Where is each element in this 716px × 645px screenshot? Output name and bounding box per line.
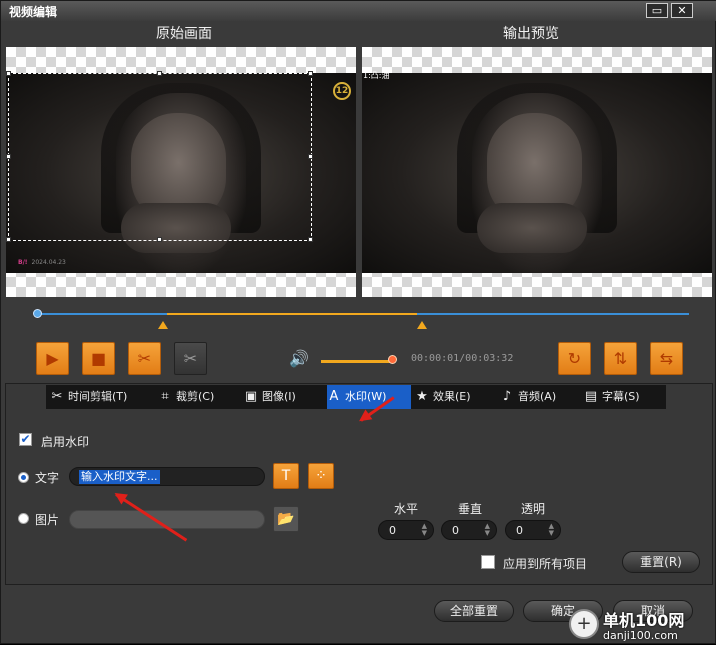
window-title: 视频编辑 bbox=[9, 5, 58, 19]
end-marker[interactable] bbox=[417, 321, 427, 329]
title-bar: 视频编辑 ▭ ✕ bbox=[1, 1, 716, 21]
video-edit-window: 视频编辑 ▭ ✕ 原始画面 输出预览 12 B/! 2024.04.23 1:凸:… bbox=[0, 0, 716, 644]
split-button[interactable]: ✂ bbox=[174, 342, 207, 375]
resize-handle[interactable] bbox=[308, 237, 313, 242]
output-preview-label: 输出预览 bbox=[503, 26, 559, 42]
image-option-label: 图片 bbox=[35, 513, 60, 527]
scissors-icon: ✂ bbox=[51, 389, 63, 404]
output-preview-pane: 1:凸:油 bbox=[362, 47, 712, 297]
close-button[interactable]: ✕ bbox=[671, 3, 693, 18]
maximize-button[interactable]: ▭ bbox=[646, 3, 668, 18]
resize-handle[interactable] bbox=[6, 154, 11, 159]
flip-horizontal-icon: ⇆ bbox=[659, 349, 674, 368]
opacity-label: 透明 bbox=[521, 502, 546, 516]
resize-handle[interactable] bbox=[308, 154, 313, 159]
cut-button[interactable]: ✂ bbox=[128, 342, 161, 375]
rotate-icon: ↻ bbox=[567, 349, 582, 368]
site-logo-icon: + bbox=[569, 609, 599, 639]
stop-button[interactable]: ■ bbox=[82, 342, 115, 375]
horizontal-spinner[interactable]: 0 ▲ ▼ bbox=[378, 520, 434, 540]
watermark-text-input[interactable]: 输入水印文字... bbox=[69, 467, 265, 486]
enable-watermark-label: 启用水印 bbox=[41, 435, 90, 449]
apply-all-label: 应用到所有项目 bbox=[503, 557, 588, 571]
playhead[interactable] bbox=[33, 309, 42, 318]
rotate-button[interactable]: ↻ bbox=[558, 342, 591, 375]
image-radio[interactable] bbox=[18, 513, 29, 524]
apply-all-checkbox[interactable] bbox=[481, 555, 495, 569]
tab-subtitle[interactable]: ▤ 字幕(S) bbox=[584, 385, 664, 409]
reset-button[interactable]: 重置(R) bbox=[622, 551, 700, 573]
subtitle-icon: ▤ bbox=[584, 389, 598, 404]
folder-icon: 📂 bbox=[277, 511, 295, 527]
tab-watermark[interactable]: A 水印(W) bbox=[327, 385, 411, 409]
browse-image-button[interactable]: 📂 bbox=[273, 506, 299, 532]
resize-handle[interactable] bbox=[157, 237, 162, 242]
reset-all-button[interactable]: 全部重置 bbox=[434, 600, 514, 622]
original-preview-pane: 12 B/! 2024.04.23 bbox=[6, 47, 356, 297]
text-format-icon: T bbox=[281, 468, 291, 484]
crop-icon: ⌗ bbox=[161, 389, 169, 404]
volume-slider[interactable] bbox=[321, 360, 393, 363]
text-option-label: 文字 bbox=[35, 471, 60, 485]
clip-range bbox=[167, 313, 417, 315]
cut-icon: ✂ bbox=[137, 349, 152, 368]
flip-vertical-icon: ⇅ bbox=[613, 349, 628, 368]
volume-knob[interactable] bbox=[388, 355, 397, 364]
stop-icon: ■ bbox=[90, 349, 107, 368]
star-icon: ★ bbox=[416, 389, 428, 404]
play-icon: ▶ bbox=[46, 349, 59, 368]
output-video-frame bbox=[362, 73, 712, 273]
tab-image[interactable]: ▣ 图像(I) bbox=[244, 385, 324, 409]
tab-bar: ✂ 时间剪辑(T) ⌗ 裁剪(C) ▣ 图像(I) A 水印(W) ★ 效果(E) ♪ 音频… bbox=[46, 385, 666, 409]
text-format-button[interactable]: T bbox=[273, 463, 299, 489]
tab-audio[interactable]: ♪ 音频(A) bbox=[500, 385, 580, 409]
output-watermark-text: 1:凸:油 bbox=[363, 71, 390, 80]
volume-icon[interactable]: 🔊 bbox=[289, 349, 309, 368]
timecode: 00:00:01/00:03:32 bbox=[411, 353, 514, 364]
start-marker[interactable] bbox=[158, 321, 168, 329]
enable-watermark-checkbox[interactable]: ✔ bbox=[19, 433, 32, 446]
watermark-icon: A bbox=[329, 389, 339, 404]
flip-horizontal-button[interactable]: ⇆ bbox=[650, 342, 683, 375]
age-rating-badge: 12 bbox=[333, 82, 351, 100]
watermark-text-value: 输入水印文字... bbox=[79, 470, 160, 484]
vertical-label: 垂直 bbox=[458, 502, 483, 516]
resize-handle[interactable] bbox=[6, 237, 11, 242]
resize-handle[interactable] bbox=[308, 71, 313, 76]
palette-icon: ⁘ bbox=[315, 468, 327, 484]
flip-vertical-button[interactable]: ⇅ bbox=[604, 342, 637, 375]
resize-handle[interactable] bbox=[6, 71, 11, 76]
play-button[interactable]: ▶ bbox=[36, 342, 69, 375]
site-brand: 单机100网 bbox=[603, 611, 685, 630]
vertical-spinner[interactable]: 0 ▲ ▼ bbox=[441, 520, 497, 540]
tab-crop[interactable]: ⌗ 裁剪(C) bbox=[158, 385, 240, 409]
horizontal-label: 水平 bbox=[394, 502, 419, 516]
tab-effects[interactable]: ★ 效果(E) bbox=[415, 385, 493, 409]
site-url: danji100.com bbox=[603, 629, 678, 642]
music-icon: ♪ bbox=[502, 389, 512, 404]
watermark-selection-box[interactable] bbox=[6, 71, 313, 242]
broadcast-mark: B/! 2024.04.23 bbox=[18, 259, 66, 266]
color-palette-button[interactable]: ⁘ bbox=[308, 463, 334, 489]
opacity-spinner[interactable]: 0 ▲ ▼ bbox=[505, 520, 561, 540]
site-watermark: + 单机100网 danji100.com bbox=[569, 605, 716, 645]
image-icon: ▣ bbox=[244, 389, 258, 404]
original-preview-label: 原始画面 bbox=[156, 26, 212, 42]
text-radio[interactable] bbox=[18, 472, 29, 483]
scissors-disabled-icon: ✂ bbox=[183, 349, 198, 368]
tab-trim[interactable]: ✂ 时间剪辑(T) bbox=[50, 385, 154, 409]
resize-handle[interactable] bbox=[157, 71, 162, 76]
timeline-track[interactable] bbox=[37, 313, 689, 315]
